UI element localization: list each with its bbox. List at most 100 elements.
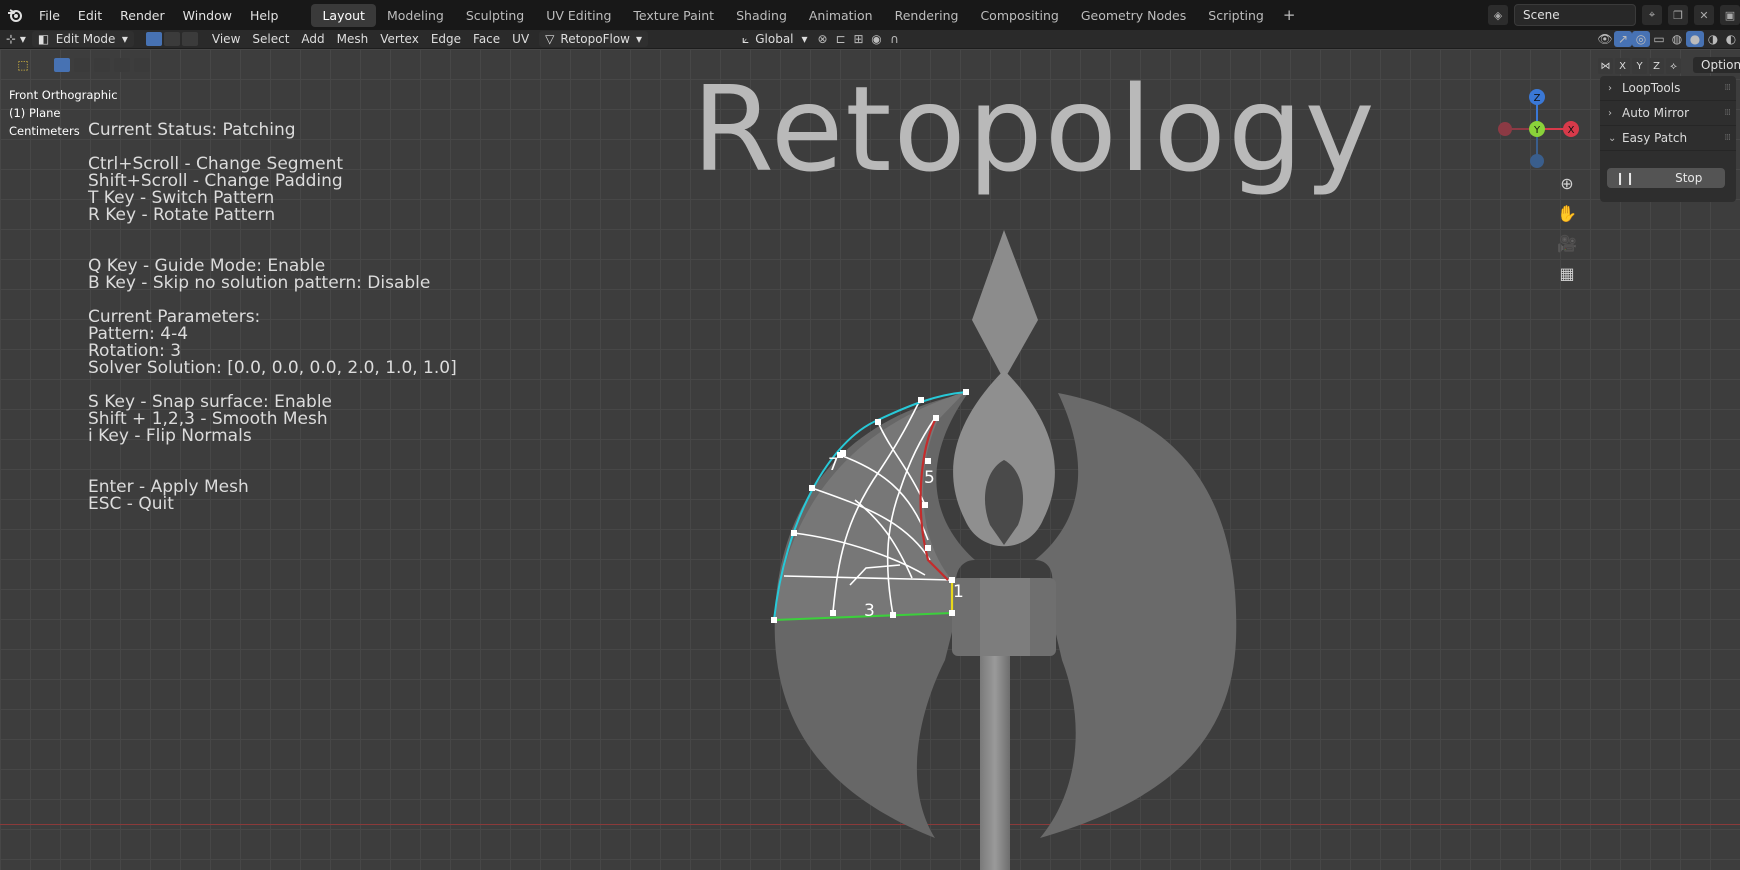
pause-icon: ❙❙ (1615, 171, 1636, 185)
menu-view[interactable]: View (206, 31, 246, 47)
panel-label: Easy Patch (1622, 131, 1688, 145)
tab-uv-editing[interactable]: UV Editing (535, 4, 622, 27)
svg-text:Y: Y (1533, 125, 1541, 136)
x-axis-line (0, 824, 1740, 825)
edge-select-icon[interactable] (163, 32, 180, 46)
blender-logo-icon[interactable] (0, 0, 30, 30)
menu-uv[interactable]: UV (506, 31, 535, 47)
pivot-icon[interactable]: ⊗ (814, 31, 832, 47)
menu-vertex[interactable]: Vertex (374, 31, 425, 47)
tab-modeling[interactable]: Modeling (376, 4, 455, 27)
tab-rendering[interactable]: Rendering (884, 4, 970, 27)
menu-select[interactable]: Select (246, 31, 295, 47)
menu-edit[interactable]: Edit (69, 8, 111, 23)
pan-hand-icon[interactable]: ✋ (1554, 200, 1580, 226)
face-select-icon[interactable] (181, 32, 198, 46)
menu-window[interactable]: Window (174, 8, 241, 23)
camera-icon[interactable]: 🎥 (1554, 230, 1580, 256)
rendered-shading-icon[interactable]: ◐ (1722, 31, 1740, 47)
orientation-dropdown[interactable]: ⟀ Global ▾ (736, 31, 814, 47)
chevron-down-icon: ⌄ (1608, 132, 1617, 144)
wireframe-shading-icon[interactable]: ◍ (1668, 31, 1686, 47)
drag-handle-icon[interactable]: ⁞⁞⁞ (1724, 108, 1731, 118)
status-overlay: Current Status: Patching Ctrl+Scroll - Ch… (88, 122, 457, 513)
select-extend-icon[interactable] (74, 58, 90, 72)
retopoflow-dropdown[interactable]: ▽ RetopoFlow ▾ (539, 31, 649, 47)
axis-y-toggle[interactable]: Y (1632, 58, 1647, 74)
new-scene-icon[interactable]: ❐ (1668, 5, 1688, 25)
grid-perspective-icon[interactable]: ▦ (1554, 260, 1580, 286)
axis-x-toggle[interactable]: X (1615, 58, 1630, 74)
select-subtract-icon[interactable] (94, 58, 110, 72)
menu-mesh[interactable]: Mesh (331, 31, 375, 47)
editor-type-icon[interactable]: ⊹ ▾ (0, 31, 32, 47)
options-dropdown[interactable]: Options (1693, 57, 1740, 73)
snap-target-icon[interactable]: ⊞ (850, 31, 868, 47)
material-shading-icon[interactable]: ◑ (1704, 31, 1722, 47)
select-intersect-icon[interactable] (134, 58, 150, 72)
select-new-icon[interactable] (54, 58, 70, 72)
tab-scripting[interactable]: Scripting (1197, 4, 1275, 27)
status-line (88, 224, 457, 241)
view-layer-icon[interactable]: ▣ (1720, 5, 1740, 25)
mode-dropdown[interactable]: ◧ Edit Mode ▾ (31, 31, 134, 47)
axis-z-toggle[interactable]: Z (1649, 58, 1664, 74)
xray-icon[interactable]: ▭ (1650, 31, 1668, 47)
zoom-icon[interactable]: ⊕ (1554, 170, 1580, 196)
delete-scene-icon[interactable]: ✕ (1694, 5, 1714, 25)
falloff-icon[interactable]: ∩ (886, 31, 904, 47)
panel-looptools[interactable]: › LoopTools ⁞⁞⁞ (1600, 76, 1736, 101)
add-workspace-button[interactable]: + (1275, 6, 1304, 24)
snap-icon[interactable]: ⊏ (832, 31, 850, 47)
scene-browse-icon[interactable]: ◈ (1488, 5, 1508, 25)
vertex-select-icon[interactable] (145, 32, 162, 46)
scene-name-field[interactable]: Scene (1514, 4, 1636, 26)
panel-easy-patch[interactable]: ⌄ Easy Patch ⁞⁞⁞ (1600, 126, 1736, 151)
select-invert-icon[interactable] (114, 58, 130, 72)
chevron-down-icon: ▾ (801, 32, 808, 46)
stop-label: Stop (1675, 171, 1703, 185)
panel-auto-mirror[interactable]: › Auto Mirror ⁞⁞⁞ (1600, 101, 1736, 126)
menu-render[interactable]: Render (111, 8, 174, 23)
status-line: B Key - Skip no solution pattern: Disabl… (88, 273, 431, 293)
menu-add[interactable]: Add (295, 31, 330, 47)
tab-sculpting[interactable]: Sculpting (455, 4, 535, 27)
gizmo-toggle-icon[interactable]: ↗ (1614, 31, 1632, 47)
scene-selector: ◈ Scene ⌖ ❐ ✕ ▣ (1488, 4, 1740, 26)
orientation-icon: ⟀ (742, 31, 750, 46)
pin-icon[interactable]: ⌖ (1642, 5, 1662, 25)
top-menu-bar: File Edit Render Window Help Layout Mode… (0, 0, 1740, 30)
menu-face[interactable]: Face (467, 31, 506, 47)
navigation-gizmo[interactable]: Z X Y (1494, 86, 1580, 172)
tab-shading[interactable]: Shading (725, 4, 798, 27)
mirror-icon[interactable]: ⋈ (1598, 58, 1613, 74)
menu-file[interactable]: File (30, 8, 69, 23)
proportional-edit-icon[interactable]: ◉ (868, 31, 886, 47)
tab-texture-paint[interactable]: Texture Paint (622, 4, 725, 27)
menu-help[interactable]: Help (241, 8, 288, 23)
visibility-icon[interactable]: 👁 (1596, 31, 1614, 47)
retopoflow-label: RetopoFlow (560, 32, 630, 46)
chevron-right-icon: › (1608, 82, 1612, 94)
stop-button[interactable]: ❙❙ Stop (1607, 168, 1725, 188)
select-tool-icon[interactable]: ⬚ (14, 57, 32, 73)
status-line: R Key - Rotate Pattern (88, 205, 276, 225)
drag-handle-icon[interactable]: ⁞⁞⁞ (1724, 133, 1731, 143)
tab-animation[interactable]: Animation (798, 4, 884, 27)
status-line: Solver Solution: [0.0, 0.0, 0.0, 2.0, 1.… (88, 358, 457, 378)
svg-text:Z: Z (1534, 93, 1541, 104)
orientation-label: Global (755, 32, 794, 46)
chevron-down-icon: ▾ (636, 32, 643, 46)
chevron-right-icon: › (1608, 107, 1612, 119)
auto-merge-icon[interactable]: ⟡ (1666, 58, 1681, 74)
drag-handle-icon[interactable]: ⁞⁞⁞ (1724, 83, 1731, 93)
mode-icon: ◧ (37, 32, 50, 46)
menu-edge[interactable]: Edge (425, 31, 467, 47)
workspace-tabs: Layout Modeling Sculpting UV Editing Tex… (311, 0, 1303, 30)
solid-shading-icon[interactable]: ● (1686, 31, 1704, 47)
tab-geometry-nodes[interactable]: Geometry Nodes (1070, 4, 1197, 27)
tab-layout[interactable]: Layout (311, 3, 376, 27)
overlay-icon[interactable]: ◎ (1632, 31, 1650, 47)
chevron-down-icon: ▾ (121, 32, 128, 46)
tab-compositing[interactable]: Compositing (969, 4, 1069, 27)
